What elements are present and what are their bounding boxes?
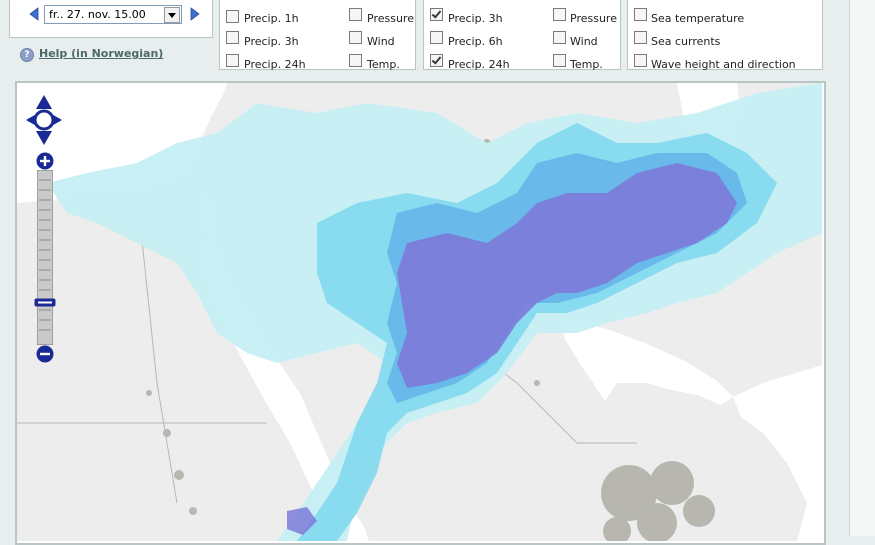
pressure-label: Pressure bbox=[367, 12, 414, 25]
pressure-checkbox[interactable] bbox=[553, 8, 566, 21]
zoom-out-button[interactable] bbox=[36, 345, 54, 363]
precip-1h-checkbox[interactable] bbox=[226, 10, 239, 23]
wind-label: Wind bbox=[570, 35, 598, 48]
precip-1h-label: Precip. 1h bbox=[244, 12, 299, 25]
zoom-out-icon bbox=[36, 345, 54, 363]
arrow-left-icon bbox=[29, 7, 39, 21]
previous-time-button[interactable] bbox=[27, 7, 41, 21]
wind-label: Wind bbox=[367, 35, 395, 48]
zoom-slider-handle[interactable] bbox=[34, 292, 56, 307]
ocean-layers-panel: Sea temperature Sea currents Wave height… bbox=[627, 0, 823, 71]
pressure-label: Pressure bbox=[570, 12, 617, 25]
sea-temperature-label: Sea temperature bbox=[651, 12, 745, 25]
date-time-select[interactable]: fr.. 27. nov. 15.00 bbox=[44, 5, 182, 24]
date-time-value: fr.. 27. nov. 15.00 bbox=[49, 8, 146, 21]
precip-24h-checkbox[interactable] bbox=[430, 54, 443, 67]
date-selector-box: fr.. 27. nov. 15.00 bbox=[9, 0, 213, 38]
next-time-button[interactable] bbox=[188, 7, 202, 21]
pan-arrows-icon[interactable] bbox=[24, 93, 64, 147]
zoom-in-icon bbox=[36, 152, 54, 170]
wind-checkbox[interactable] bbox=[553, 31, 566, 44]
help-icon: ? bbox=[20, 48, 34, 62]
zoom-slider[interactable] bbox=[36, 169, 54, 346]
precip-6h-label: Precip. 6h bbox=[448, 35, 503, 48]
precip-24h-checkbox[interactable] bbox=[226, 54, 239, 67]
zoom-handle-icon bbox=[34, 298, 56, 307]
sea-currents-label: Sea currents bbox=[651, 35, 721, 48]
map-viewport[interactable] bbox=[15, 81, 826, 545]
zoom-slider-track bbox=[36, 169, 54, 346]
precip-24h-label: Precip. 24h bbox=[244, 58, 306, 71]
sea-currents-checkbox[interactable] bbox=[634, 31, 647, 44]
temp-label: Temp. bbox=[570, 58, 603, 71]
zoom-in-button[interactable] bbox=[36, 152, 54, 170]
forecast-layers-panel-2: Precip. 3h Pressure Precip. 6h Wind Prec… bbox=[423, 0, 621, 71]
pressure-checkbox[interactable] bbox=[349, 8, 362, 21]
precip-24h-label: Precip. 24h bbox=[448, 58, 510, 71]
wave-height-checkbox[interactable] bbox=[634, 54, 647, 67]
weather-map[interactable] bbox=[17, 83, 822, 541]
temp-checkbox[interactable] bbox=[349, 54, 362, 67]
temp-checkbox[interactable] bbox=[553, 54, 566, 67]
forecast-layers-panel-1: Precip. 1h Pressure Precip. 3h Wind Prec… bbox=[219, 0, 416, 71]
sea-temperature-checkbox[interactable] bbox=[634, 8, 647, 21]
wind-checkbox[interactable] bbox=[349, 31, 362, 44]
page-right-margin bbox=[849, 0, 875, 536]
precip-3h-label: Precip. 3h bbox=[448, 12, 503, 25]
dropdown-button[interactable] bbox=[164, 7, 180, 23]
help-link[interactable]: Help (in Norwegian) bbox=[39, 47, 163, 60]
chevron-down-icon bbox=[168, 13, 176, 18]
precip-3h-checkbox[interactable] bbox=[226, 31, 239, 44]
arrow-right-icon bbox=[190, 7, 200, 21]
precip-3h-label: Precip. 3h bbox=[244, 35, 299, 48]
precip-3h-checkbox[interactable] bbox=[430, 8, 443, 21]
pan-control[interactable] bbox=[24, 93, 64, 147]
wave-height-label: Wave height and direction bbox=[651, 58, 796, 71]
temp-label: Temp. bbox=[367, 58, 400, 71]
precip-6h-checkbox[interactable] bbox=[430, 31, 443, 44]
